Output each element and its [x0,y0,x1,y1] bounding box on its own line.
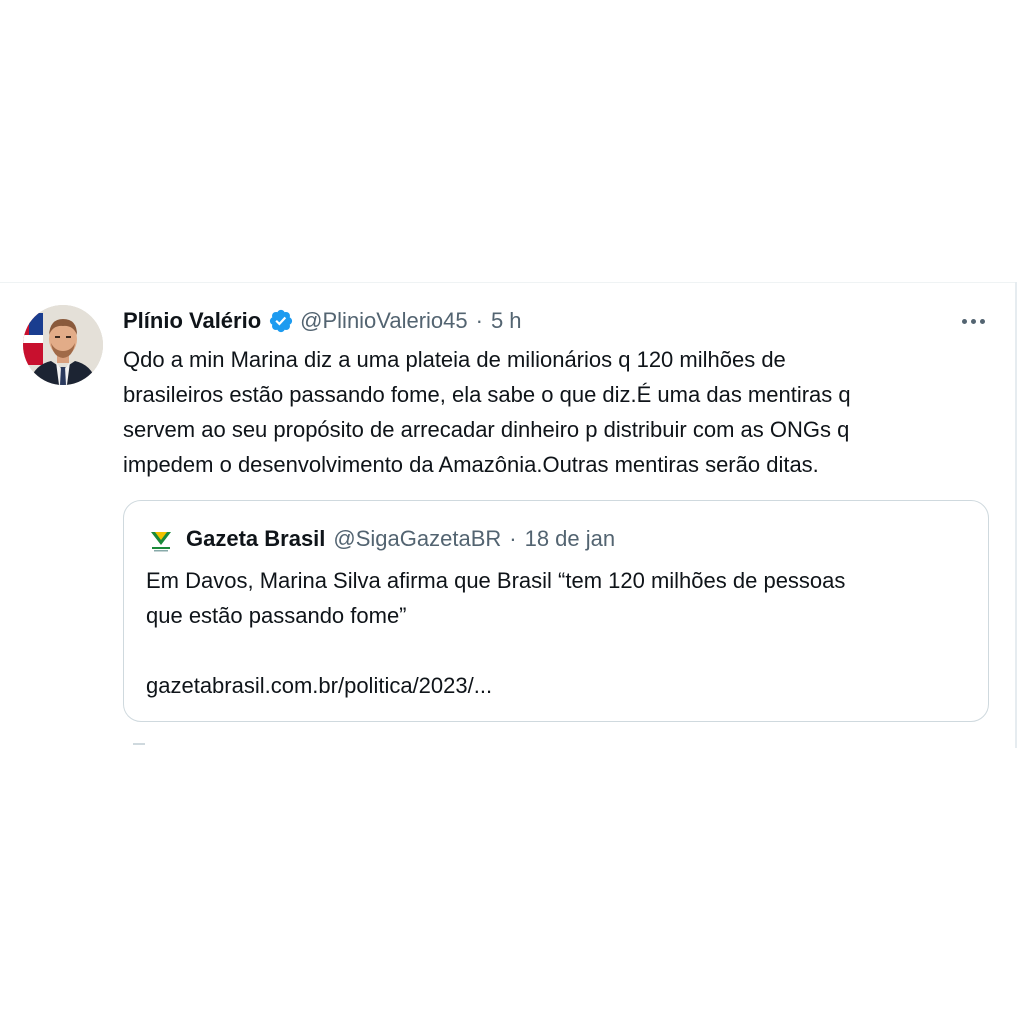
author-name[interactable]: Plínio Valério [123,308,261,334]
header-separator: · [475,308,483,333]
quoted-tweet-header: Gazeta Brasil @SigaGazetaBR · 18 de jan [186,523,615,555]
author-handle[interactable]: @PlinioValerio45 [300,308,467,334]
quoted-tweet-link[interactable]: gazetabrasil.com.br/politica/2023/... [146,668,492,703]
more-horizontal-icon[interactable] [955,310,991,332]
quoted-text-line: que estão passando fome” [146,603,407,628]
action-bar-stub [133,743,145,745]
avatar-photo [23,305,103,385]
tweet-header: Plínio Valério @PlinioValerio45 · 5 h [123,306,522,336]
tweet-text-line: servem ao seu propósito de arrecadar din… [123,417,850,442]
tweet-timestamp[interactable]: 5 h [491,308,522,334]
quoted-header-separator: · [509,526,517,551]
verified-badge-icon [268,308,294,334]
quoted-text-line: Em Davos, Marina Silva afirma que Brasil… [146,568,846,593]
quoted-tweet-date: 18 de jan [524,526,616,551]
timeline-divider [1015,282,1017,748]
gazeta-brasil-logo-icon [148,528,174,554]
tweet-text-line: brasileiros estão passando fome, ela sab… [123,382,851,407]
quoted-tweet-text: Em Davos, Marina Silva afirma que Brasil… [146,563,976,633]
author-avatar[interactable] [23,305,103,385]
tweet-text-line: impedem o desenvolvimento da Amazônia.Ou… [123,452,819,477]
quoted-author-name: Gazeta Brasil [186,526,326,551]
quoted-tweet-card[interactable]: Gazeta Brasil @SigaGazetaBR · 18 de jan … [123,500,989,722]
quoted-author-handle: @SigaGazetaBR [333,526,502,551]
tweet-text: Qdo a min Marina diz a uma plateia de mi… [123,342,993,482]
tweet-text-line: Qdo a min Marina diz a uma plateia de mi… [123,347,786,372]
